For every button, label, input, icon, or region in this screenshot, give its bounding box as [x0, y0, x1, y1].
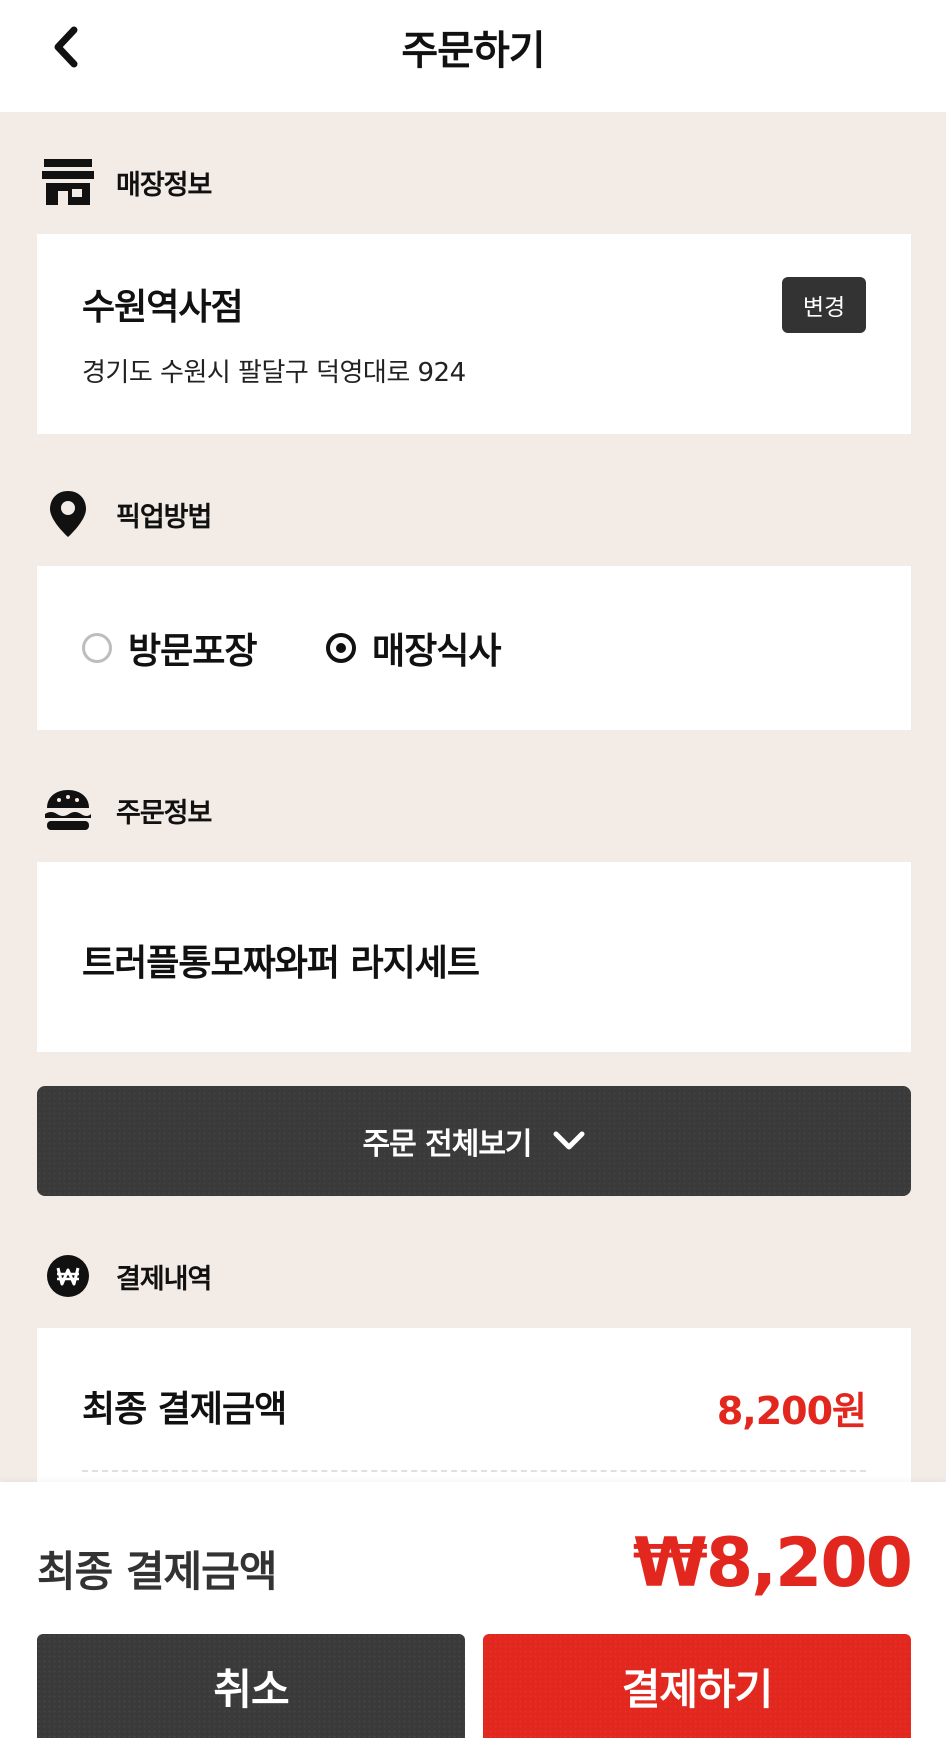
bottom-final-label: 최종 결제금액: [37, 1547, 277, 1596]
payment-section-label: 결제내역: [116, 1263, 212, 1295]
pickup-section-heading: 픽업방법: [38, 486, 212, 542]
won-coin-icon: [38, 1248, 98, 1304]
chevron-down-icon: [552, 1129, 586, 1153]
order-card: 트러플통모짜와퍼 라지세트: [37, 862, 911, 1052]
pickup-option-label: 매장식사: [372, 631, 501, 672]
store-name: 수원역사점: [82, 287, 244, 328]
final-amount-label: 최종 결제금액: [82, 1389, 287, 1430]
change-store-button[interactable]: 변경: [782, 277, 866, 333]
location-pin-icon: [38, 486, 98, 542]
pickup-card: 방문포장 매장식사: [37, 566, 911, 730]
pickup-section-label: 픽업방법: [116, 501, 212, 533]
store-section-label: 매장정보: [116, 169, 212, 201]
bottom-final-total: ₩8,200: [632, 1524, 913, 1603]
payment-card: 최종 결제금액 8,200원: [37, 1328, 911, 1488]
payment-section-heading: 결제내역: [38, 1248, 212, 1304]
order-page: 주문하기 매장정보 수원역사점 변경 경기도 수원시 팔달구 덕영대로 924 …: [0, 0, 946, 1738]
order-item-name: 트러플통모짜와퍼 라지세트: [82, 943, 480, 984]
order-section-heading: 주문정보: [38, 782, 212, 838]
dashed-divider: [82, 1470, 866, 1472]
view-all-orders-button[interactable]: 주문 전체보기: [37, 1086, 911, 1196]
store-address: 경기도 수원시 팔달구 덕영대로 924: [82, 358, 466, 388]
pickup-option-label: 방문포장: [128, 631, 257, 672]
store-icon: [38, 154, 98, 210]
radio-selected-icon[interactable]: [326, 633, 356, 663]
final-amount-value: 8,200원: [716, 1389, 867, 1433]
page-title: 주문하기: [401, 28, 545, 74]
cancel-button[interactable]: 취소: [37, 1634, 465, 1738]
order-section-label: 주문정보: [116, 797, 212, 829]
pickup-option-takeout[interactable]: 방문포장: [82, 622, 257, 674]
radio-unselected-icon[interactable]: [82, 633, 112, 663]
store-card: 수원역사점 변경 경기도 수원시 팔달구 덕영대로 924: [37, 234, 911, 434]
burger-icon: [38, 782, 98, 838]
bottom-bar: 최종 결제금액 ₩8,200 취소 결제하기: [0, 1482, 946, 1738]
pickup-option-dine-in[interactable]: 매장식사: [326, 622, 501, 674]
view-all-label: 주문 전체보기: [362, 1127, 532, 1162]
pay-button[interactable]: 결제하기: [483, 1634, 911, 1738]
header: 주문하기: [0, 0, 946, 112]
store-section-heading: 매장정보: [38, 154, 212, 210]
